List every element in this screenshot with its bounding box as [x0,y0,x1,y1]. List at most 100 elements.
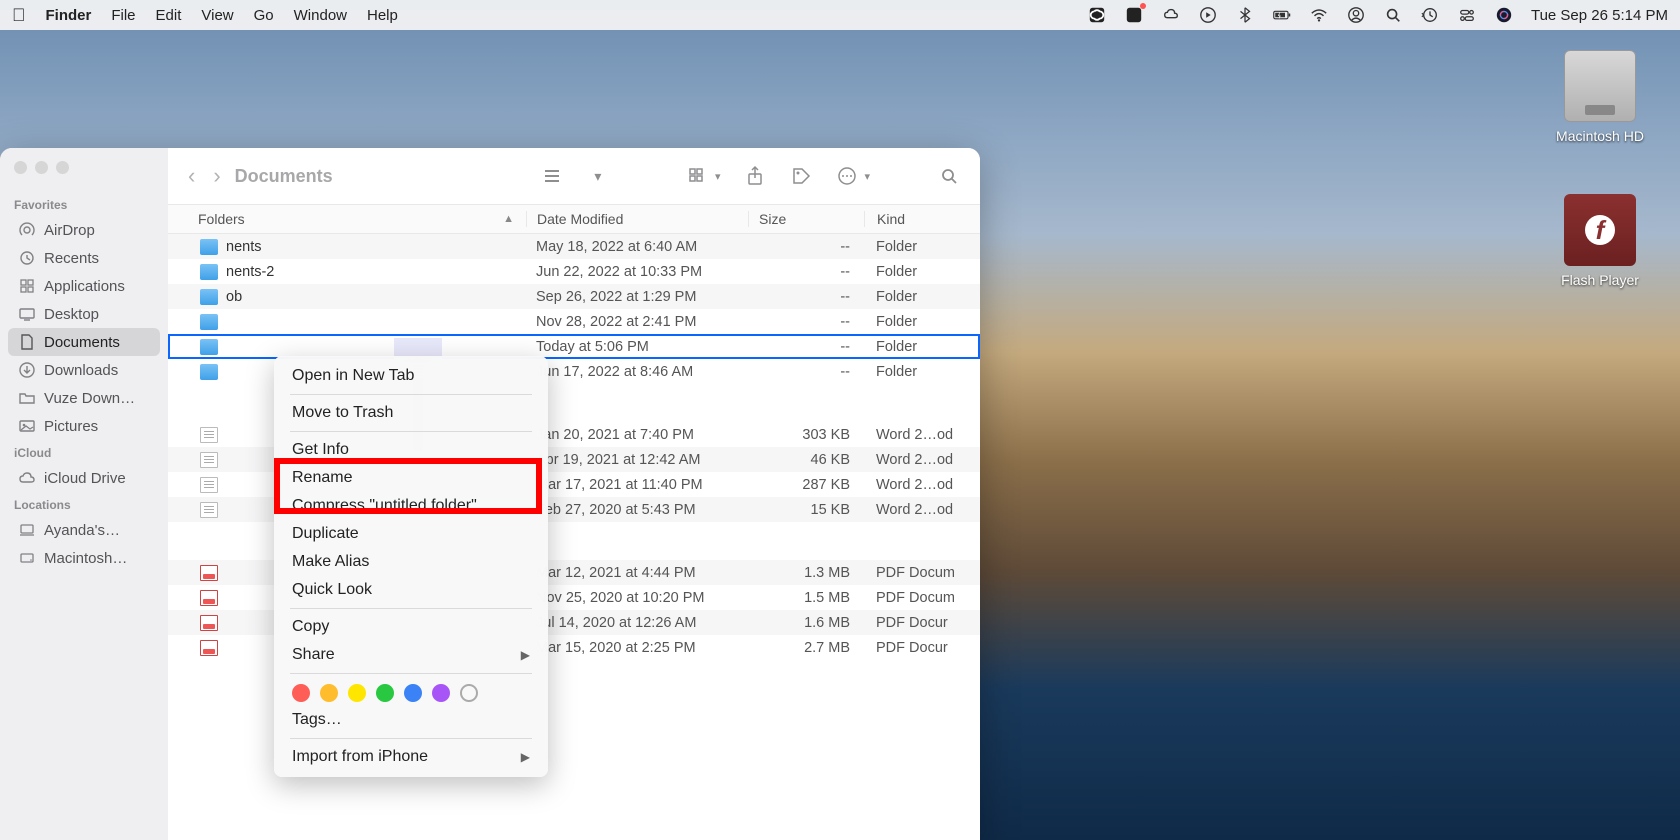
sidebar-item-airdrop[interactable]: AirDrop [8,216,160,244]
wifi-icon[interactable] [1309,5,1329,25]
airdrop-icon [18,221,36,239]
view-group-icon[interactable] [687,165,709,187]
sidebar-item-pictures[interactable]: Pictures [8,412,160,440]
desktop-icon-flash-player[interactable]: Flash Player [1540,194,1660,288]
nav-back-button[interactable]: ‹ [188,163,195,189]
menu-edit[interactable]: Edit [156,7,182,24]
menu-item-label: Get Info [292,441,349,459]
file-size: 46 KB [748,452,864,468]
file-kind: Word 2…od [864,502,980,518]
view-group-chevron-icon[interactable]: ▾ [715,170,721,183]
tag-yellow-icon[interactable] [348,684,366,702]
menu-item-quick-look[interactable]: Quick Look [274,576,548,604]
battery-icon[interactable] [1272,5,1292,25]
sidebar-item-recents[interactable]: Recents [8,244,160,272]
status-icon-app1[interactable] [1087,5,1107,25]
menu-go[interactable]: Go [254,7,274,24]
tag-green-icon[interactable] [376,684,394,702]
sidebar-item-ayandas[interactable]: Ayanda's… [8,516,160,544]
menu-item-compress-untitled-folder[interactable]: Compress "untitled folder" [274,492,548,520]
active-app-name[interactable]: Finder [46,7,92,24]
sidebar-item-label: Downloads [44,362,118,379]
desktop-icon-label: Macintosh HD [1556,128,1644,144]
file-row[interactable]: nents-2Jun 22, 2022 at 10:33 PM--Folder [168,259,980,284]
sidebar-item-label: Recents [44,250,99,267]
share-icon[interactable] [744,165,766,187]
tag-icon[interactable] [790,165,812,187]
user-icon[interactable] [1346,5,1366,25]
tag-color-row [274,678,548,706]
view-list-icon[interactable] [541,165,563,187]
time-machine-icon[interactable] [1420,5,1440,25]
nav-forward-button[interactable]: › [213,163,220,189]
file-row[interactable]: nentsMay 18, 2022 at 6:40 AM--Folder [168,234,980,259]
file-row[interactable]: Nov 28, 2022 at 2:41 PM--Folder [168,309,980,334]
file-name: nents [226,239,261,255]
actions-icon[interactable] [836,165,858,187]
sort-indicator-icon: ▲ [503,213,526,225]
finder-toolbar: ‹ › Documents ▾ ▾ ▾ [168,148,980,204]
menu-item-move-to-trash[interactable]: Move to Trash [274,399,548,427]
menu-item-duplicate[interactable]: Duplicate [274,520,548,548]
chevron-right-icon: ▶ [521,750,530,764]
menu-separator [290,738,532,739]
menu-item-label: Quick Look [292,581,372,599]
menubar-datetime[interactable]: Tue Sep 26 5:14 PM [1531,7,1668,24]
column-header-date[interactable]: Date Modified [526,211,748,227]
menu-item-copy[interactable]: Copy [274,613,548,641]
tag-purple-icon[interactable] [432,684,450,702]
column-header-size[interactable]: Size [748,211,864,227]
menu-item-rename[interactable]: Rename [274,464,548,492]
file-kind: Folder [864,314,980,330]
menu-help[interactable]: Help [367,7,398,24]
menu-file[interactable]: File [111,7,135,24]
column-header-kind[interactable]: Kind [864,211,980,227]
control-center-icon[interactable] [1457,5,1477,25]
siri-icon[interactable] [1494,5,1514,25]
menu-item-make-alias[interactable]: Make Alias [274,548,548,576]
close-window-button[interactable] [14,161,27,174]
window-title: Documents [235,166,333,187]
sidebar-item-applications[interactable]: Applications [8,272,160,300]
finder-sidebar: FavoritesAirDropRecentsApplicationsDeskt… [0,148,168,840]
file-kind: Folder [864,289,980,305]
play-icon[interactable] [1198,5,1218,25]
sidebar-item-vuzedown[interactable]: Vuze Down… [8,384,160,412]
sidebar-item-iclouddrive[interactable]: iCloud Drive [8,464,160,492]
menu-item-import-from-iphone[interactable]: Import from iPhone▶ [274,743,548,771]
column-header-name[interactable]: Folders▲ [168,211,526,227]
menu-item-tags[interactable]: Tags… [274,706,548,734]
sidebar-item-desktop[interactable]: Desktop [8,300,160,328]
spotlight-search-icon[interactable] [1383,5,1403,25]
minimize-window-button[interactable] [35,161,48,174]
sidebar-section-title: iCloud [8,440,160,464]
folder-icon [18,389,36,407]
apple-logo-icon[interactable]:  [12,5,26,26]
status-icon-app2[interactable] [1124,5,1144,25]
zoom-window-button[interactable] [56,161,69,174]
menu-item-get-info[interactable]: Get Info [274,436,548,464]
search-icon[interactable] [938,165,960,187]
file-row[interactable]: obSep 26, 2022 at 1:29 PM--Folder [168,284,980,309]
tag-red-icon[interactable] [292,684,310,702]
sidebar-item-documents[interactable]: Documents [8,328,160,356]
menu-item-share[interactable]: Share▶ [274,641,548,669]
sidebar-item-downloads[interactable]: Downloads [8,356,160,384]
tag-blue-icon[interactable] [404,684,422,702]
bluetooth-icon[interactable] [1235,5,1255,25]
menu-window[interactable]: Window [294,7,347,24]
file-size: -- [748,314,864,330]
menu-item-label: Duplicate [292,525,359,543]
menu-view[interactable]: View [201,7,233,24]
file-size: -- [748,339,864,355]
creative-cloud-icon[interactable] [1161,5,1181,25]
tag-gray-icon[interactable] [460,684,478,702]
downloads-icon [18,361,36,379]
sidebar-item-macintosh[interactable]: Macintosh… [8,544,160,572]
pdf-icon [200,565,218,581]
tag-orange-icon[interactable] [320,684,338,702]
actions-chevron-icon[interactable]: ▾ [864,170,870,183]
view-sort-icon[interactable]: ▾ [587,165,609,187]
desktop-icon-macintosh-hd[interactable]: Macintosh HD [1540,50,1660,144]
menu-item-open-in-new-tab[interactable]: Open in New Tab [274,362,548,390]
